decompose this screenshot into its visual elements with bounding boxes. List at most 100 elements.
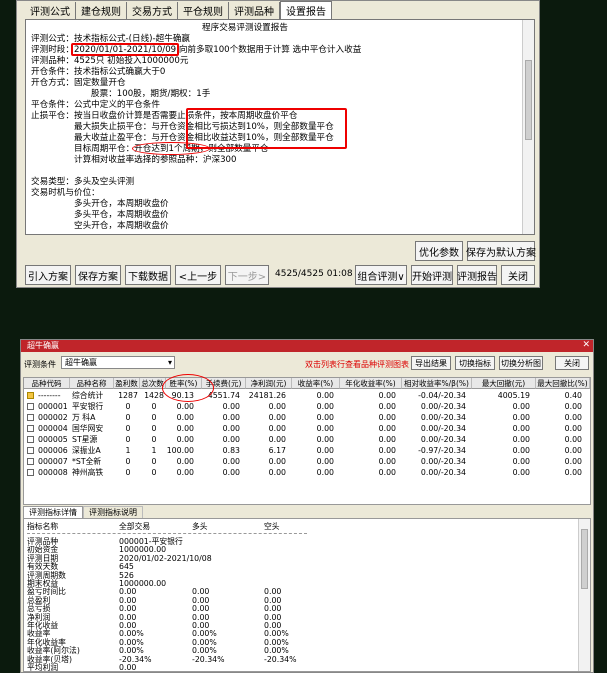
- column-header[interactable]: 净利润(元): [246, 378, 292, 389]
- table-cell: 1428: [144, 391, 164, 400]
- close-button[interactable]: 关闭: [555, 356, 589, 370]
- col-header: 空头: [264, 522, 280, 531]
- report-line: 多头平仓，本周期收盘价: [74, 210, 169, 220]
- indicator-value: 0.00: [119, 663, 137, 672]
- tab-close-rule[interactable]: 平仓规则: [178, 2, 229, 19]
- table-cell: 0.00: [378, 402, 396, 411]
- row-checkbox[interactable]: [27, 447, 34, 454]
- table-cell: 0.00: [316, 457, 334, 466]
- scroll-thumb[interactable]: [581, 529, 588, 589]
- tab-strip: 评测公式 建仓规则 交易方式 平仓规则 评测品种 设置报告: [25, 1, 332, 19]
- table-cell: 000008: [38, 468, 68, 477]
- table-cell: 0.00: [268, 457, 286, 466]
- table-cell: -0.04/-20.34: [418, 391, 466, 400]
- row-checkbox[interactable]: [27, 436, 34, 443]
- details-scrollbar[interactable]: [578, 519, 590, 671]
- column-header[interactable]: 品种名称: [70, 378, 114, 389]
- row-checkbox[interactable]: [27, 458, 34, 465]
- highlight-target-period: [132, 142, 210, 155]
- column-header[interactable]: 年化收益率(%): [340, 378, 402, 389]
- table-cell: 0.00: [268, 468, 286, 477]
- tab-trade-method[interactable]: 交易方式: [127, 2, 178, 19]
- export-results-button[interactable]: 导出结果: [411, 356, 451, 370]
- table-cell: 0.00: [222, 413, 240, 422]
- eval-report-button[interactable]: 评测报告: [457, 265, 497, 285]
- tab-symbols[interactable]: 评测品种: [229, 2, 280, 19]
- table-cell: 0.00/-20.34: [420, 402, 466, 411]
- table-cell: 1: [151, 446, 157, 455]
- table-cell: 万 科A: [72, 413, 96, 422]
- report-scrollbar[interactable]: [522, 20, 534, 234]
- import-scheme-button[interactable]: 引入方案: [25, 265, 71, 285]
- report-line: 交易时机与价位：: [31, 188, 100, 198]
- table-cell: 0.00: [176, 468, 194, 477]
- highlight-stop-conditions: [186, 108, 347, 149]
- lower-tabs: 评测指标详情 评测指标说明: [23, 506, 143, 518]
- scroll-thumb[interactable]: [525, 60, 532, 140]
- table-cell: 0.83: [222, 446, 240, 455]
- table-cell: 0.00: [512, 413, 530, 422]
- report-line: 多头开仓，本周期收盘价: [74, 199, 169, 209]
- table-cell: 0.00: [564, 413, 582, 422]
- table-cell: 0: [151, 402, 157, 411]
- table-cell: 神州高铁: [72, 468, 104, 477]
- col-header: 全部交易: [119, 522, 151, 531]
- row-checkbox[interactable]: [27, 425, 34, 432]
- close-icon[interactable]: ✕: [582, 340, 590, 350]
- table-cell: 0: [125, 424, 131, 433]
- results-table[interactable]: 品种代码 品种名称 盈利数 总次数 胜率(%) 手续费(元) 净利润(元) 收益率(%) 年化收…: [23, 377, 591, 505]
- table-cell: 0: [151, 457, 157, 466]
- table-cell: 0.00: [512, 446, 530, 455]
- switch-chart-button[interactable]: 切换分析图: [499, 356, 543, 370]
- download-data-button[interactable]: 下载数据: [125, 265, 171, 285]
- table-cell: 0.00: [378, 457, 396, 466]
- table-cell: --------: [38, 391, 61, 400]
- tab-report-settings[interactable]: 设置报告: [280, 1, 332, 19]
- table-cell: 0.40: [564, 391, 582, 400]
- tab-indicator-help[interactable]: 评测指标说明: [83, 506, 143, 518]
- next-step-button[interactable]: 下一步>: [225, 265, 269, 285]
- table-cell: 0: [151, 468, 157, 477]
- indicator-details-panel[interactable]: 指标名称 全部交易 多头 空头 评测品种 000001-平安银行 初始资金 10000…: [23, 518, 591, 672]
- table-cell: 0.00: [378, 424, 396, 433]
- table-cell: 0.00: [512, 402, 530, 411]
- report-title: 程序交易评测设置报告: [202, 23, 288, 33]
- table-cell: *ST全新: [72, 457, 102, 466]
- table-cell: 0.00/-20.34: [420, 435, 466, 444]
- col-header: 指标名称: [27, 522, 59, 531]
- table-cell: 0: [151, 413, 157, 422]
- row-checkbox[interactable]: [27, 403, 34, 410]
- table-cell: 0.00: [176, 435, 194, 444]
- column-header[interactable]: 盈利数: [114, 378, 140, 389]
- tab-formula[interactable]: 评测公式: [25, 2, 76, 19]
- condition-select[interactable]: 超牛确赢 ▾: [61, 356, 175, 369]
- optimize-params-button[interactable]: 优化参数: [415, 241, 463, 261]
- table-cell: 0.00: [564, 446, 582, 455]
- save-default-button[interactable]: 保存为默认方案: [466, 241, 536, 261]
- prev-step-button[interactable]: <上一步: [175, 265, 221, 285]
- col-header: 多头: [192, 522, 208, 531]
- dialog-title: 超牛确赢: [21, 340, 593, 352]
- row-checkbox[interactable]: [27, 414, 34, 421]
- report-textbox[interactable]: 程序交易评测设置报告 评测公式：技术指标公式-(日线)-超牛确赢 评测时段：20…: [25, 19, 535, 235]
- table-cell: 0.00: [378, 435, 396, 444]
- table-cell: 0.00: [268, 424, 286, 433]
- column-header[interactable]: 品种代码: [24, 378, 70, 389]
- column-header[interactable]: 最大回撤(元): [472, 378, 536, 389]
- table-cell: 0.00: [378, 413, 396, 422]
- row-checkbox[interactable]: [27, 469, 34, 476]
- save-scheme-button[interactable]: 保存方案: [75, 265, 121, 285]
- tab-indicator-details[interactable]: 评测指标详情: [23, 506, 83, 518]
- close-button[interactable]: 关闭: [501, 265, 535, 285]
- column-header[interactable]: 最大回撤比(%): [536, 378, 590, 389]
- table-cell: 0.00: [512, 457, 530, 466]
- tab-open-rule[interactable]: 建仓规则: [76, 2, 127, 19]
- combined-eval-button[interactable]: 组合评测∨: [355, 265, 407, 285]
- table-cell: 0: [125, 457, 131, 466]
- start-eval-button[interactable]: 开始评测: [411, 265, 453, 285]
- column-header[interactable]: 收益率(%): [292, 378, 340, 389]
- row-checkbox[interactable]: [27, 392, 34, 399]
- table-cell: 0.00: [268, 435, 286, 444]
- switch-indicator-button[interactable]: 切换指标: [455, 356, 495, 370]
- column-header[interactable]: 相对收益率%/β(%): [402, 378, 472, 389]
